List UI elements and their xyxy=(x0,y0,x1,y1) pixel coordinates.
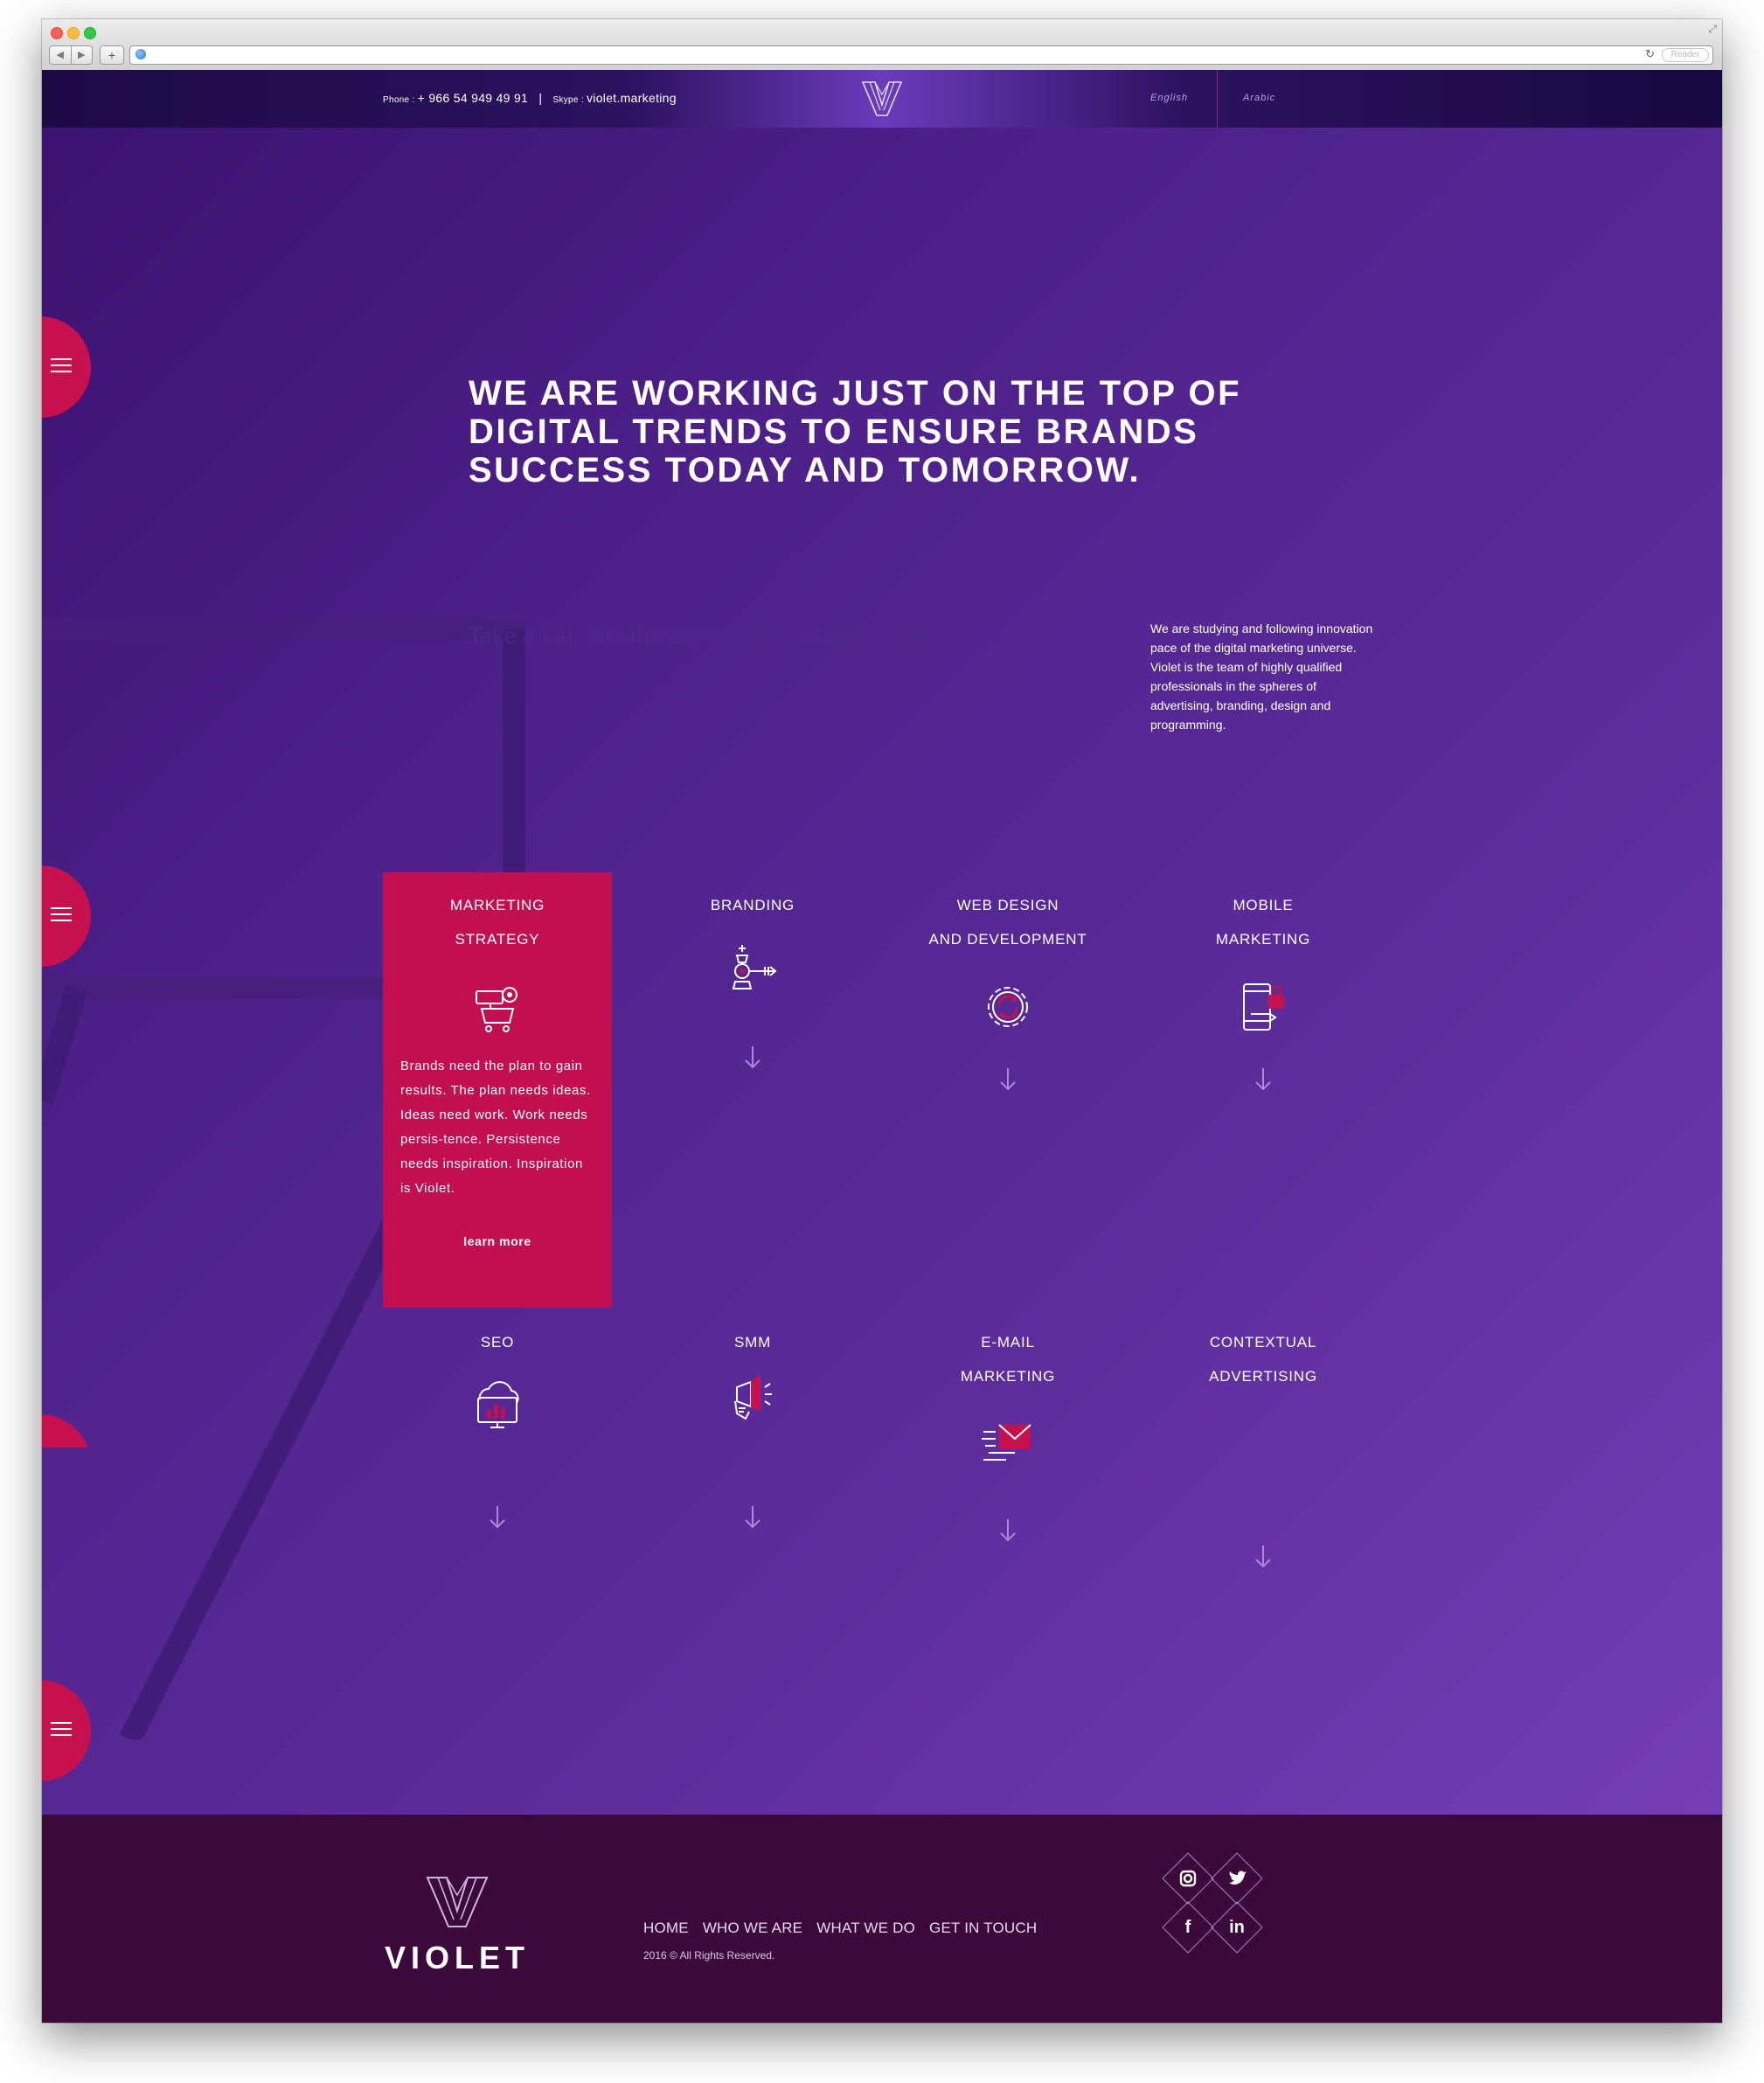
copyright-text: 2016 © All Rights Reserved. xyxy=(643,1949,775,1961)
instagram-icon xyxy=(1179,1870,1197,1887)
arrow-down-icon[interactable] xyxy=(742,1045,763,1071)
facebook-icon: f xyxy=(1184,1918,1191,1937)
service-title-line: ADVERTISING xyxy=(1209,1368,1317,1385)
service-title: MOBILE MARKETING xyxy=(1149,872,1378,956)
fullscreen-icon[interactable]: ⤢ xyxy=(1708,23,1717,36)
close-window-button[interactable] xyxy=(51,27,63,39)
arrow-down-icon[interactable] xyxy=(487,1504,508,1531)
hamburger-icon xyxy=(51,358,72,377)
service-card-marketing-strategy[interactable]: MARKETING STRATEGY Brands need the plan … xyxy=(383,872,612,1308)
reader-button[interactable]: Reader xyxy=(1662,48,1709,62)
arrow-down-icon[interactable] xyxy=(742,1504,763,1531)
browser-window: ⤢ ◀ ▶ + ↻ Reader Phone : + 966 54 949 49… xyxy=(42,19,1722,2023)
minimize-window-button[interactable] xyxy=(67,27,80,39)
service-description: Brands need the plan to gain results. Th… xyxy=(400,1059,591,1196)
hero-headline: WE ARE WORKING JUST ON THE TOP OF DIGITA… xyxy=(469,374,1255,490)
footer-link-get-in-touch[interactable]: GET IN TOUCH xyxy=(929,1920,1037,1937)
footer-link-who-we-are[interactable]: WHO WE ARE xyxy=(703,1920,802,1937)
new-tab-button[interactable]: + xyxy=(100,45,124,65)
service-card-seo[interactable]: SEO xyxy=(383,1309,612,1531)
service-title-line: MOBILE xyxy=(1233,897,1294,913)
phone-number[interactable]: + 966 54 949 49 91 xyxy=(418,91,528,105)
service-title-line: MARKETING xyxy=(960,1368,1056,1385)
brand-wordmark: VIOLET xyxy=(384,1940,530,1975)
reload-button[interactable]: ↻ xyxy=(1645,47,1655,61)
globe-icon xyxy=(135,49,146,59)
service-title-line: AND DEVELOPMENT xyxy=(928,931,1087,948)
contact-separator: | xyxy=(538,91,543,105)
facebook-link[interactable]: f xyxy=(1162,1901,1214,1954)
forward-button[interactable]: ▶ xyxy=(72,46,93,64)
chess-king-arrow-icon xyxy=(732,945,777,989)
service-title: E-MAIL MARKETING xyxy=(893,1309,1122,1393)
service-title-line: E-MAIL xyxy=(981,1334,1035,1350)
service-title: WEB DESIGN AND DEVELOPMENT xyxy=(893,872,1122,956)
twitter-link[interactable] xyxy=(1211,1852,1263,1905)
service-title-line: STRATEGY xyxy=(455,931,540,948)
service-card-mobile-marketing[interactable]: MOBILE MARKETING xyxy=(1149,872,1378,1093)
contact-info: Phone : + 966 54 949 49 91 | Skype : vio… xyxy=(383,91,677,105)
violet-logo-icon[interactable] xyxy=(861,79,903,119)
hero-headline-line: SUCCESS TODAY AND TOMORROW. xyxy=(469,451,1142,490)
hamburger-icon xyxy=(51,907,72,926)
mobile-lock-icon xyxy=(1243,983,1284,1031)
service-title-line: MARKETING xyxy=(1215,931,1311,948)
footer-nav: HOME WHO WE ARE WHAT WE DO GET IN TOUCH xyxy=(643,1920,1037,1937)
service-title-line: WEB DESIGN xyxy=(956,897,1059,913)
hero-headline-line: DIGITAL TRENDS TO ENSURE BRANDS xyxy=(469,413,1199,451)
telescope-cart-icon xyxy=(476,987,517,1032)
top-header: Phone : + 966 54 949 49 91 | Skype : vio… xyxy=(42,70,1722,128)
footer-link-what-we-do[interactable]: WHAT WE DO xyxy=(816,1920,915,1937)
service-card-branding[interactable]: BRANDING xyxy=(638,872,867,1071)
learn-more-link[interactable]: learn more xyxy=(383,1234,612,1248)
site-footer: VIOLET HOME WHO WE ARE WHAT WE DO GET IN… xyxy=(42,1815,1722,2023)
about-paragraph: We are studying and following innovation… xyxy=(1150,621,1373,732)
lang-divider xyxy=(1217,70,1218,128)
service-card-smm[interactable]: SMM xyxy=(638,1309,867,1531)
skype-label: Skype : xyxy=(552,95,587,105)
service-card-contextual-advertising[interactable]: CONTEXTUAL ADVERTISING xyxy=(1149,1309,1378,1570)
twitter-icon xyxy=(1229,1871,1247,1885)
service-title-line: MARKETING xyxy=(449,897,545,913)
violet-logo-icon xyxy=(426,1877,489,1927)
arrow-down-icon[interactable] xyxy=(997,1066,1018,1093)
footer-link-home[interactable]: HOME xyxy=(643,1920,689,1937)
service-title: SEO xyxy=(383,1309,612,1359)
browser-toolbar: ⤢ ◀ ▶ + ↻ Reader xyxy=(42,19,1722,71)
hero-headline-line: WE ARE WORKING JUST ON THE TOP OF xyxy=(469,374,1242,413)
footer-brand[interactable]: VIOLET xyxy=(383,1874,531,1976)
arrow-down-icon[interactable] xyxy=(1253,1544,1274,1570)
service-title-line: CONTEXTUAL xyxy=(1209,1334,1317,1350)
service-title: SMM xyxy=(638,1309,867,1359)
back-button[interactable]: ◀ xyxy=(50,46,72,64)
hamburger-icon xyxy=(51,1722,72,1740)
linkedin-icon: in xyxy=(1229,1918,1245,1937)
lang-arabic-link[interactable]: Arabic xyxy=(1243,93,1275,103)
service-title: CONTEXTUAL ADVERTISING xyxy=(1149,1309,1378,1393)
service-card-email-marketing[interactable]: E-MAIL MARKETING xyxy=(893,1309,1122,1544)
gear-cycle-icon xyxy=(988,987,1028,1027)
web-page: Phone : + 966 54 949 49 91 | Skype : vio… xyxy=(42,70,1722,2023)
phone-label: Phone : xyxy=(383,95,418,105)
tour-tagline: Take a tour into the expo of our compete… xyxy=(469,622,935,649)
service-title-line: BRANDING xyxy=(710,897,795,913)
zoom-window-button[interactable] xyxy=(84,27,96,39)
history-nav: ◀ ▶ xyxy=(49,45,93,65)
service-title: MARKETING STRATEGY xyxy=(383,872,612,956)
service-card-web-design[interactable]: WEB DESIGN AND DEVELOPMENT xyxy=(893,872,1122,1093)
arrow-down-icon[interactable] xyxy=(1253,1066,1274,1093)
address-bar[interactable]: ↻ Reader xyxy=(129,45,1713,65)
megaphone-hand-icon xyxy=(734,1375,772,1420)
skype-id[interactable]: violet.marketing xyxy=(587,91,677,105)
arrow-down-icon[interactable] xyxy=(997,1517,1018,1544)
envelope-speed-icon xyxy=(982,1424,1031,1461)
cloud-monitor-chart-icon xyxy=(477,1381,519,1428)
service-title-line: SEO xyxy=(480,1334,515,1350)
lang-english-link[interactable]: English xyxy=(1150,93,1188,103)
instagram-link[interactable] xyxy=(1162,1852,1214,1905)
linkedin-link[interactable]: in xyxy=(1211,1901,1263,1954)
service-title: BRANDING xyxy=(638,872,867,922)
service-title-line: SMM xyxy=(733,1334,772,1350)
